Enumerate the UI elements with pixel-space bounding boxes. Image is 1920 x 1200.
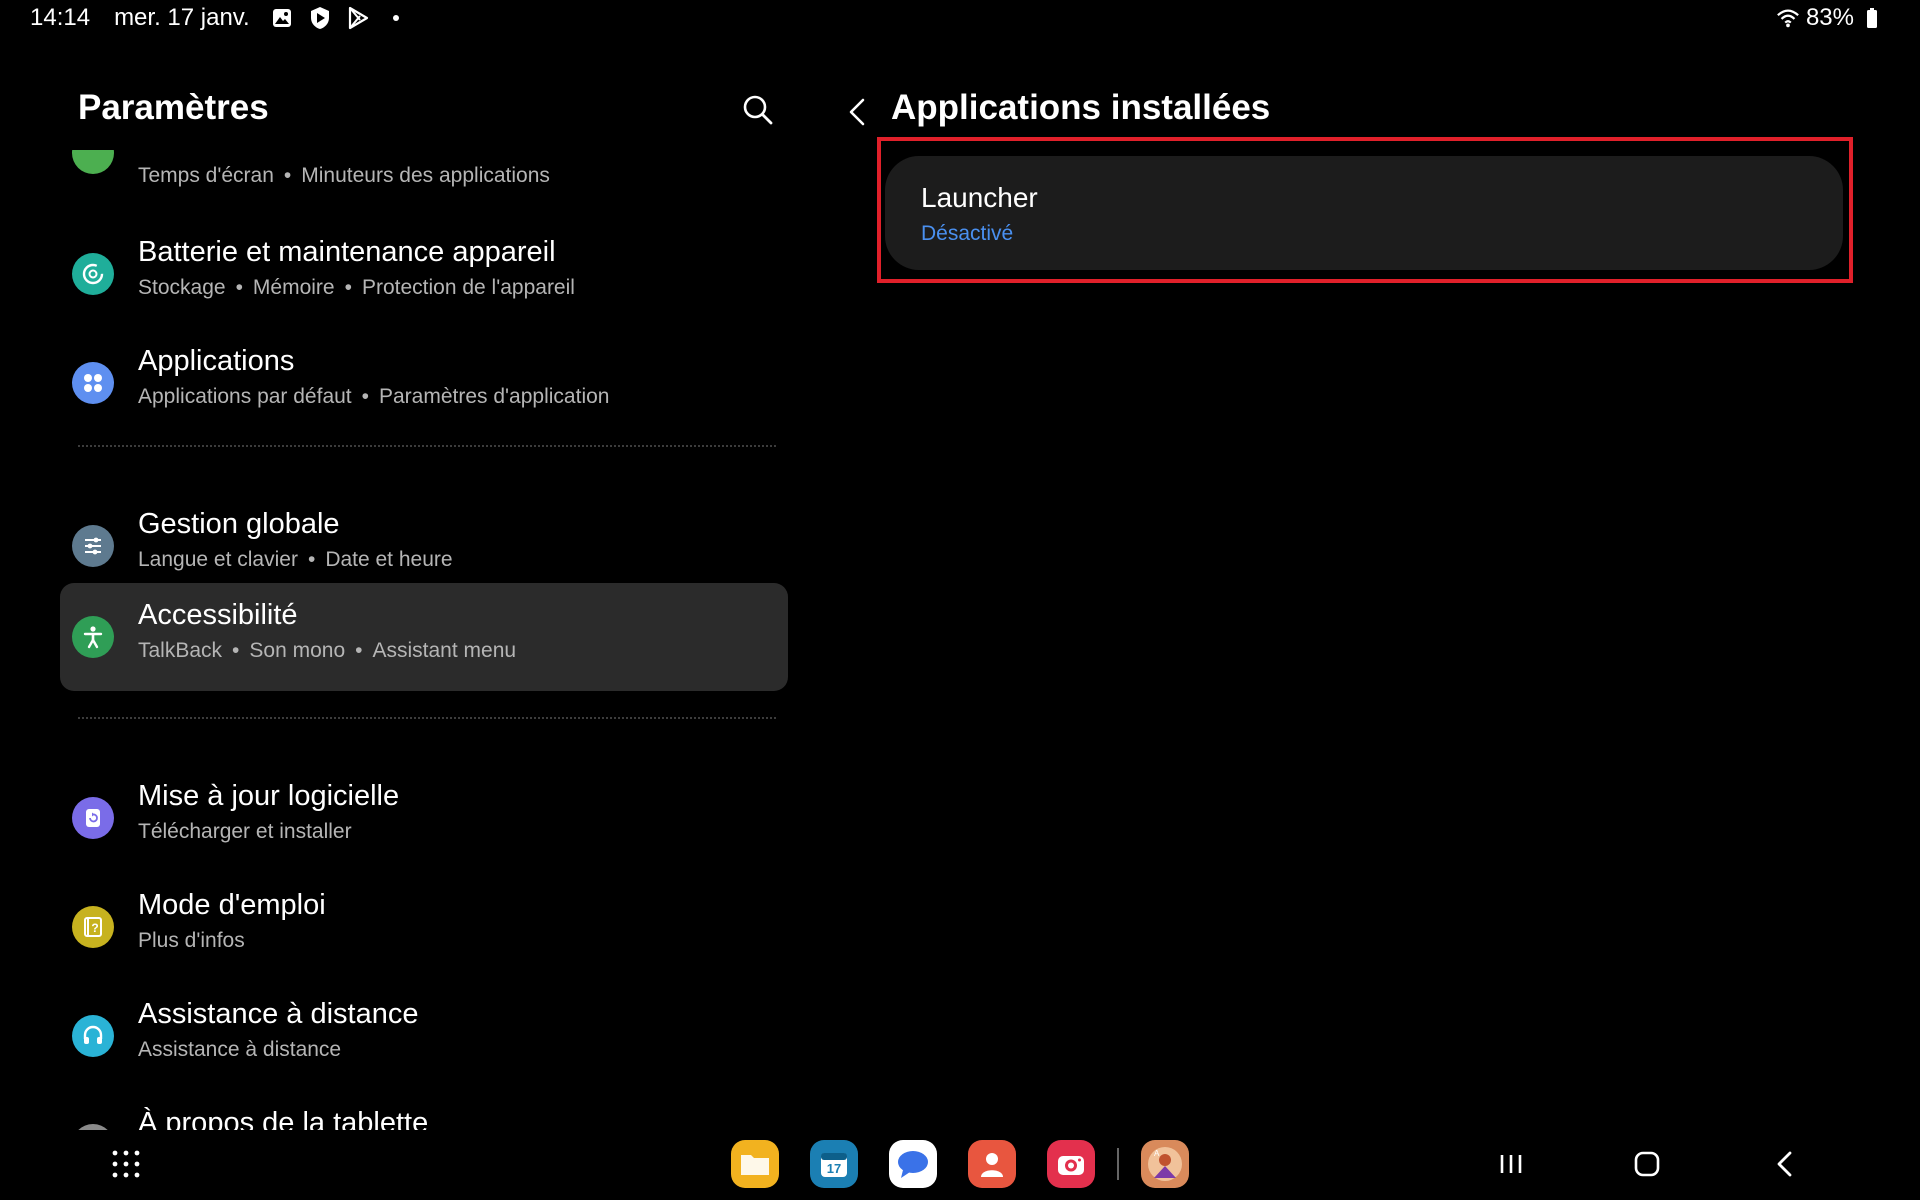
dock-separator <box>1117 1148 1119 1180</box>
search-icon <box>743 95 773 125</box>
messages-icon <box>898 1151 928 1178</box>
page-title: Applications installées <box>891 88 1271 127</box>
section-divider <box>78 445 776 447</box>
my-files-app[interactable] <box>731 1140 779 1188</box>
status-date: mer. 17 janv. <box>114 4 250 31</box>
settings-item-subtitle: Assistance à distance <box>138 1038 342 1061</box>
chevron-left-icon <box>849 98 865 126</box>
settings-item-title: Accessibilité <box>138 599 298 631</box>
screen: 14:14 mer. 17 janv. 83% Paramètres Temps… <box>0 0 1920 1200</box>
app-name: Launcher <box>921 182 1038 213</box>
recent-apps-button[interactable] <box>1491 1146 1531 1182</box>
app-item-launcher[interactable]: Launcher Désactivé <box>885 156 1843 270</box>
settings-item-title: Gestion globale <box>138 508 340 540</box>
battery-percent: 83% <box>1805 4 1854 31</box>
settings-item-subtitle: Stockage • Mémoire • Protection de l'apparei… <box>138 276 575 299</box>
home-icon <box>1634 1151 1660 1177</box>
clock: 14:14 <box>30 4 91 31</box>
settings-title: Paramètres <box>78 88 269 127</box>
status-bar: 14:14 mer. 17 janv. 83% <box>0 0 1920 38</box>
section-divider <box>78 717 776 719</box>
back-arrow-icon <box>1777 1151 1792 1177</box>
settings-item-software-update[interactable]: Mise à jour logicielle Télécharger et in… <box>60 764 788 872</box>
settings-item-digital-wellbeing[interactable]: Temps d'écran • Minuteurs des applications <box>60 150 788 198</box>
calendar-icon: 17 <box>821 1153 847 1177</box>
back-button[interactable] <box>840 92 876 132</box>
settings-item-subtitle: Applications par défaut • Paramètres d'app… <box>138 385 610 408</box>
recent-game-app[interactable]: A <box>1141 1140 1189 1188</box>
accessibility-icon <box>72 616 114 658</box>
settings-item-title: Mise à jour logicielle <box>138 780 400 812</box>
settings-item-title: Applications <box>138 345 295 377</box>
settings-item-title: Mode d'emploi <box>138 889 326 921</box>
battery-maintenance-icon <box>72 253 114 295</box>
home-button[interactable] <box>1627 1146 1667 1182</box>
user-manual-icon: ? <box>72 906 114 948</box>
camera-icon <box>1058 1156 1084 1175</box>
shield-play-icon <box>308 6 332 30</box>
apps-grid-icon <box>112 1150 140 1178</box>
settings-item-accessibility[interactable]: Accessibilité TalkBack • Son mono • Assistan… <box>60 583 788 691</box>
apps-grid-button[interactable] <box>110 1148 142 1180</box>
applications-icon <box>72 362 114 404</box>
settings-item-title: À propos de la tablette <box>138 1107 429 1130</box>
sliders-icon <box>72 525 114 567</box>
svg-text:17: 17 <box>827 1161 841 1176</box>
camera-app[interactable] <box>1047 1140 1095 1188</box>
contacts-icon <box>981 1153 1003 1177</box>
settings-item-subtitle: Télécharger et installer <box>138 820 352 843</box>
settings-item-remote-support[interactable]: Assistance à distance Assistance à dista… <box>60 982 788 1090</box>
navigation-bar: 17 A <box>0 1130 1920 1200</box>
settings-item-title: Assistance à distance <box>138 998 419 1030</box>
settings-item-user-manual[interactable]: ? Mode d'emploi Plus d'infos <box>60 873 788 981</box>
digital-wellbeing-icon <box>72 150 114 174</box>
settings-item-about-tablet[interactable]: À propos de la tablette <box>60 1091 788 1130</box>
notification-dot-icon <box>384 6 408 30</box>
search-button[interactable] <box>740 92 776 128</box>
status-right: 83% <box>1776 4 1884 32</box>
svg-text:A: A <box>1154 1149 1160 1158</box>
status-left: 14:14 mer. 17 janv. <box>30 4 408 32</box>
settings-item-subtitle: TalkBack • Son mono • Assistant menu <box>138 639 517 662</box>
settings-item-battery[interactable]: Batterie et maintenance appareil Stockag… <box>60 220 788 328</box>
battery-icon <box>1860 6 1884 30</box>
settings-item-applications[interactable]: Applications Applications par défaut • Par… <box>60 329 788 437</box>
play-store-icon <box>346 6 370 30</box>
calendar-app[interactable]: 17 <box>810 1140 858 1188</box>
contacts-app[interactable] <box>968 1140 1016 1188</box>
folder-icon <box>741 1155 769 1175</box>
settings-item-subtitle: Temps d'écran • Minuteurs des applications <box>138 164 550 187</box>
gallery-icon <box>270 6 294 30</box>
software-update-icon <box>72 797 114 839</box>
svg-text:?: ? <box>91 921 98 935</box>
installed-apps-panel: Applications installées Launcher Désacti… <box>830 70 1920 1130</box>
messages-app[interactable] <box>889 1140 937 1188</box>
recent-apps-icon <box>1500 1155 1522 1173</box>
settings-item-title: Batterie et maintenance appareil <box>138 236 556 268</box>
app-status: Désactivé <box>921 222 1014 245</box>
settings-item-subtitle: Langue et clavier • Date et heure <box>138 548 453 571</box>
settings-item-subtitle: Plus d'infos <box>138 929 245 952</box>
wifi-icon <box>1776 6 1800 30</box>
headset-icon <box>72 1015 114 1057</box>
nav-back-button[interactable] <box>1765 1146 1805 1182</box>
settings-panel: Paramètres Temps d'écran • Minuteurs des a… <box>0 70 800 1130</box>
game-app-icon: A <box>1148 1147 1182 1181</box>
